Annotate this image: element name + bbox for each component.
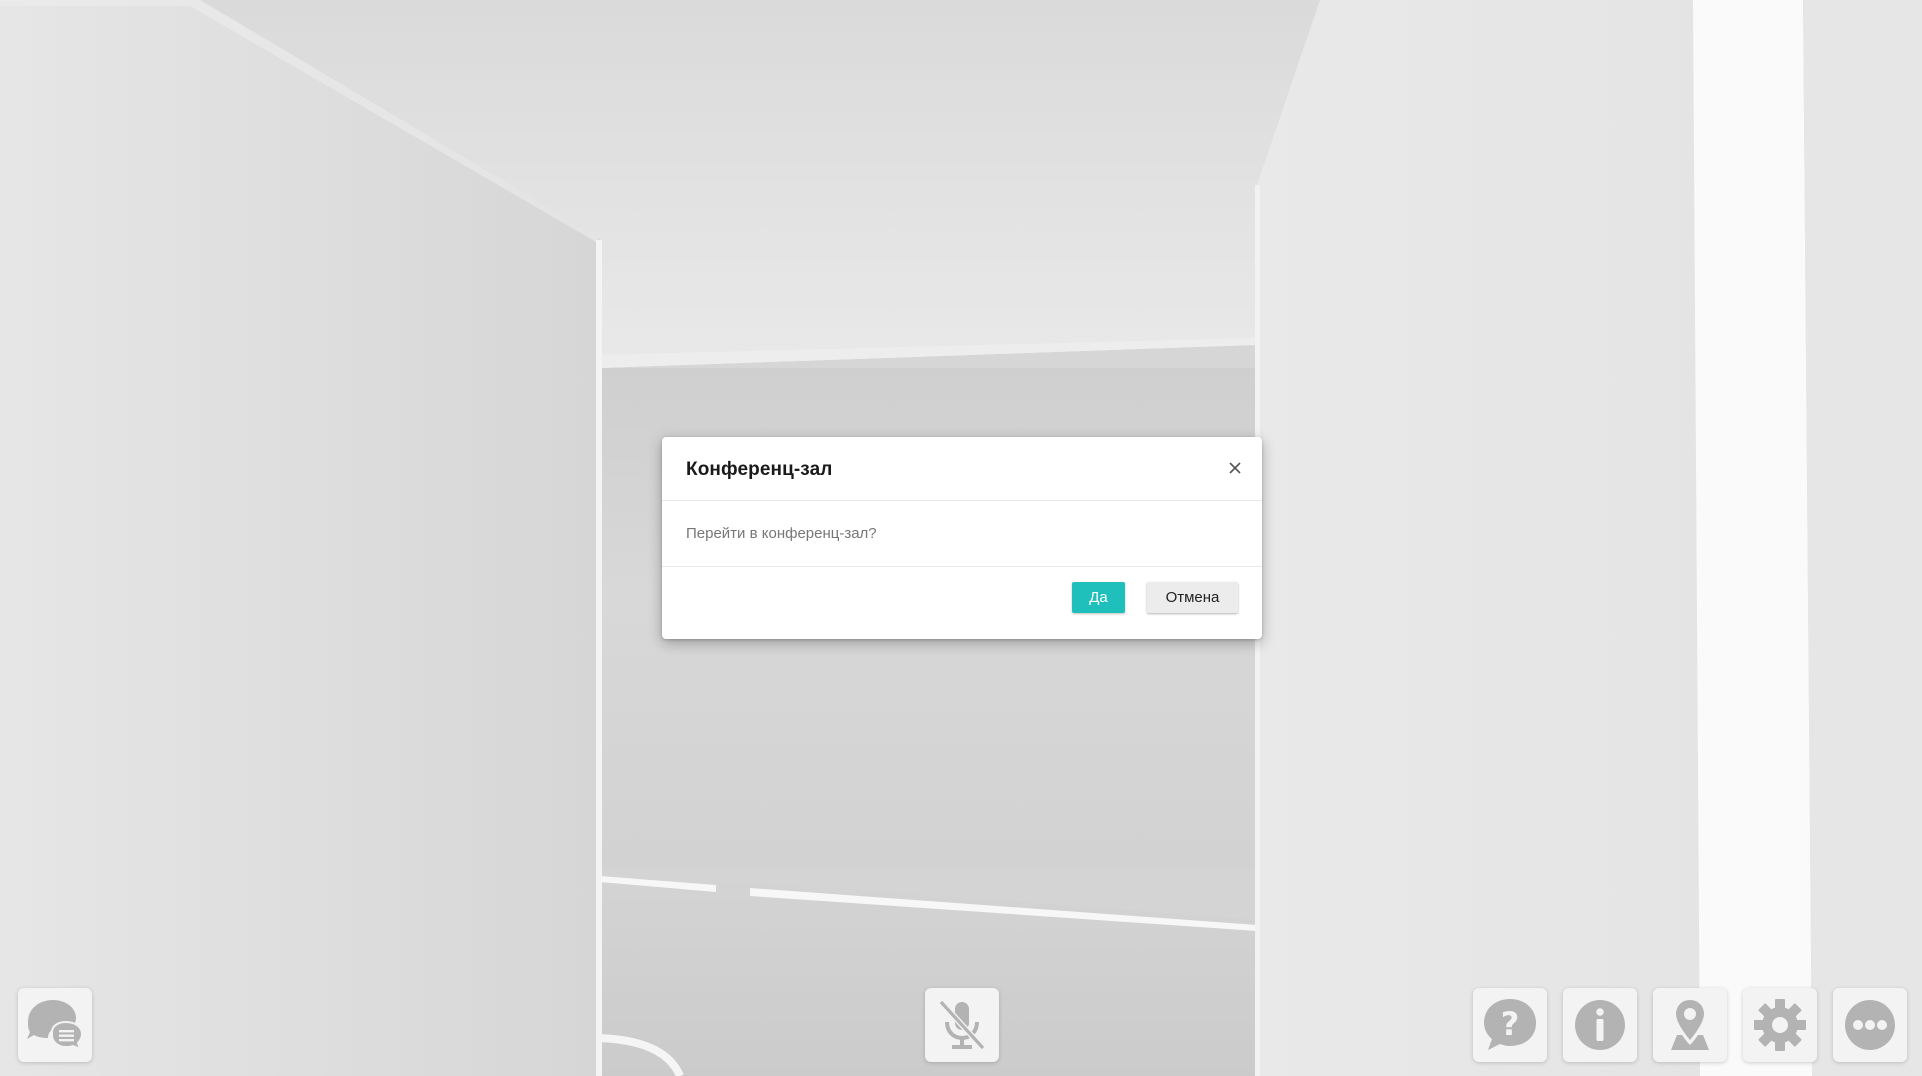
map-pin-icon (1671, 1000, 1709, 1050)
svg-text:?: ? (1501, 1005, 1520, 1043)
close-button[interactable] (1222, 455, 1248, 481)
conference-room-dialog: Конференц-зал Перейти в конференц-зал? Д… (662, 437, 1262, 639)
dialog-title: Конференц-зал (686, 459, 833, 480)
question-icon: ? (1484, 999, 1536, 1050)
info-button[interactable] (1563, 988, 1637, 1062)
chat-bubbles-icon (27, 1000, 84, 1051)
microphone-button[interactable] (925, 988, 999, 1062)
info-icon (1575, 1000, 1625, 1050)
3d-room-viewport[interactable]: Конференц-зал Перейти в конференц-зал? Д… (0, 0, 1922, 1076)
dialog-header: Конференц-зал (662, 437, 1262, 501)
gear-icon (1754, 999, 1806, 1051)
close-icon (1229, 462, 1241, 474)
chat-button[interactable] (18, 988, 92, 1062)
help-button[interactable]: ? (1473, 988, 1547, 1062)
confirm-button[interactable]: Да (1072, 582, 1125, 613)
cancel-button[interactable]: Отмена (1147, 582, 1238, 613)
more-dots-icon (1845, 1000, 1895, 1050)
microphone-muted-icon (938, 999, 986, 1051)
dialog-footer: Да Отмена (662, 567, 1262, 639)
dialog-body: Перейти в конференц-зал? (662, 501, 1262, 567)
location-button[interactable] (1653, 988, 1727, 1062)
dialog-message: Перейти в конференц-зал? (686, 525, 877, 542)
more-button[interactable] (1833, 988, 1907, 1062)
settings-button[interactable] (1743, 988, 1817, 1062)
